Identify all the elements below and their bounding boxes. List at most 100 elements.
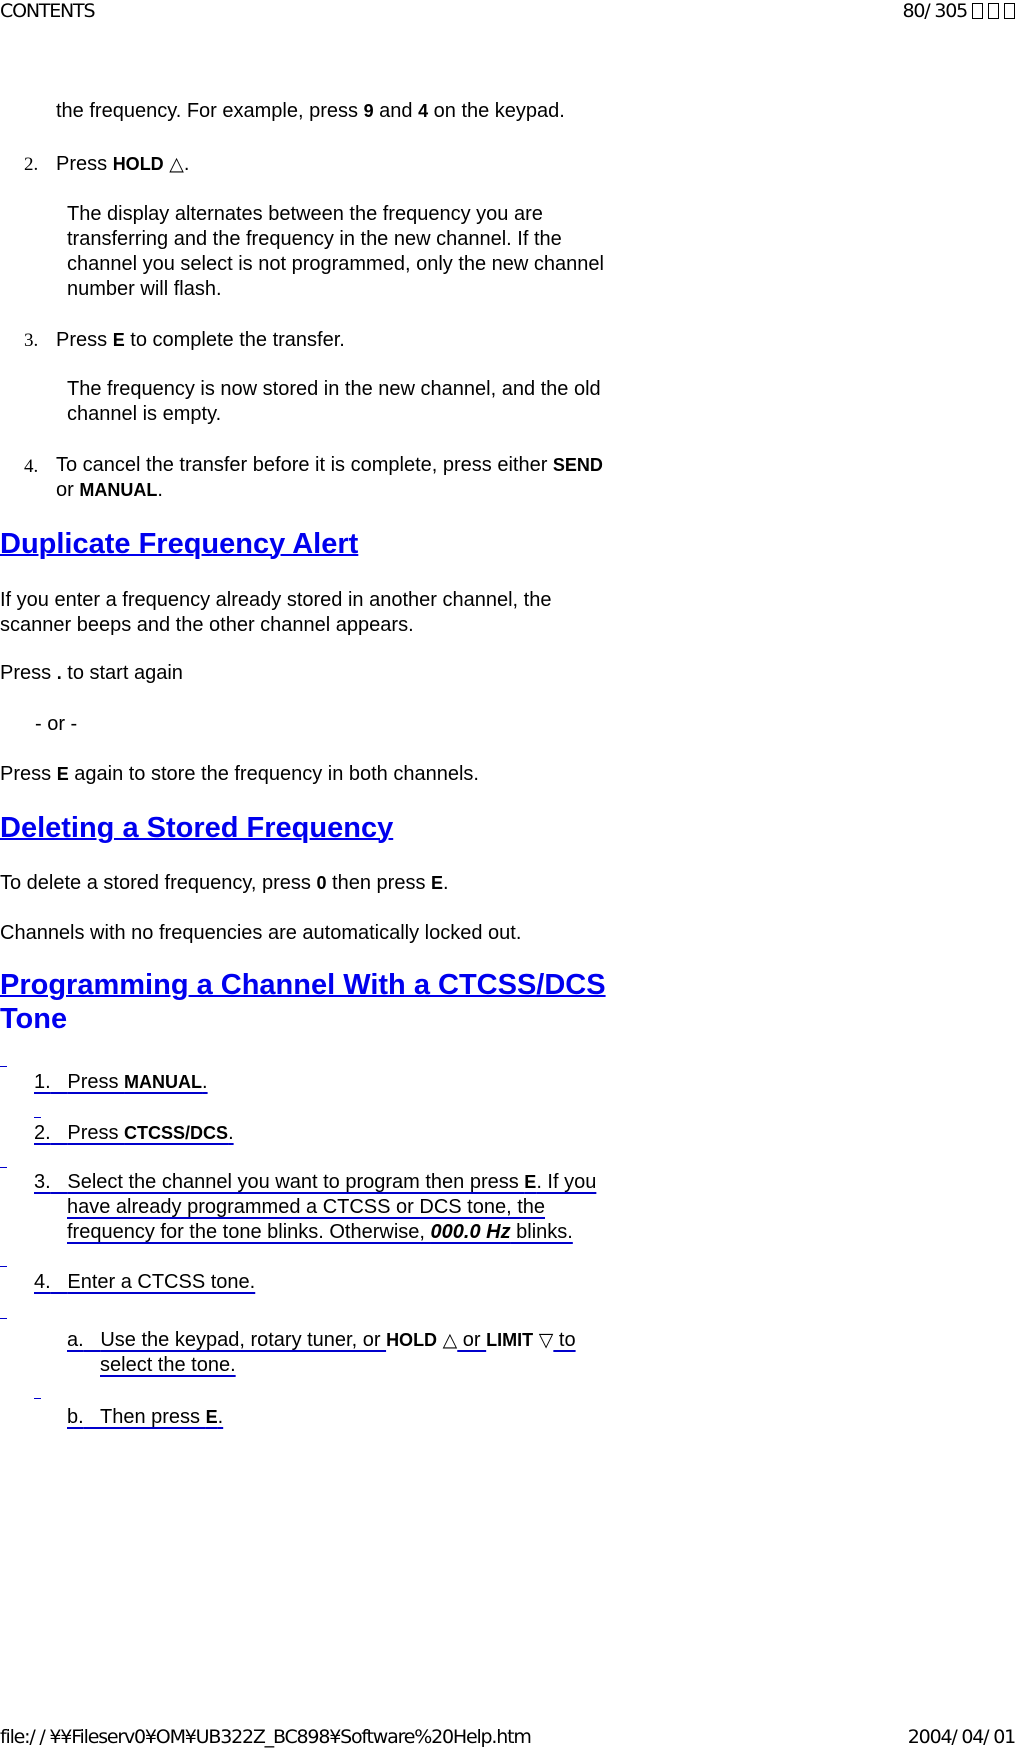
text: To delete a stored frequency, press: [0, 872, 317, 894]
prog-step-2[interactable]: 2. Press CTCSS/DCS.: [34, 1120, 234, 1146]
missing-glyph-icon: [988, 3, 999, 19]
text: or: [56, 479, 80, 501]
anchor-link[interactable]: [0, 1266, 7, 1267]
key-label: 0: [316, 873, 327, 893]
text-line: select the tone.: [100, 1354, 236, 1376]
prog-step-4a[interactable]: a. Use the keypad, rotary tuner, or HOLD…: [67, 1328, 576, 1378]
tone-value: 000.0 Hz: [430, 1221, 511, 1243]
step-number: 3.: [24, 330, 39, 351]
note-line: channel is empty.: [67, 403, 222, 425]
step1-continuation: the frequency. For example, press 9 and …: [56, 98, 565, 124]
step-number: 1.: [34, 1071, 51, 1093]
lockout-note: Channels with no frequencies are automat…: [0, 922, 522, 944]
text: Then press: [100, 1406, 206, 1428]
prog-step-4b[interactable]: b. Then press E.: [67, 1404, 223, 1430]
text: and: [373, 100, 419, 122]
note-line: The display alternates between the frequ…: [67, 203, 543, 225]
step3-note: The frequency is now stored in the new c…: [67, 377, 601, 427]
missing-glyph-icon: [1004, 3, 1015, 19]
heading-duplicate-frequency-alert[interactable]: Duplicate Frequency Alert: [0, 526, 358, 562]
text: to: [553, 1329, 576, 1351]
heading-deleting-stored-frequency[interactable]: Deleting a Stored Frequency: [0, 810, 393, 846]
delete-instruction: To delete a stored frequency, press 0 th…: [0, 870, 449, 896]
down-triangle-icon: ▽: [538, 1329, 554, 1351]
text: or: [457, 1329, 487, 1351]
step2-note: The display alternates between the frequ…: [67, 202, 604, 302]
text: frequency for the tone blinks. Otherwise…: [67, 1221, 431, 1243]
note-line: channel you select is not programmed, on…: [67, 253, 604, 275]
step-letter: b.: [67, 1406, 84, 1428]
press-dot-line: Press . to start again: [0, 660, 183, 686]
key-label: MANUAL: [124, 1072, 203, 1092]
header-contents: CONTENTS: [0, 0, 96, 22]
key-label: HOLD: [112, 154, 164, 174]
transfer-step-4: To cancel the transfer before it is comp…: [56, 453, 603, 503]
file-path: file:/ / ¥¥Fileserv0¥OM¥UB322Z_BC898¥Sof…: [0, 1726, 532, 1748]
missing-glyph-icon: [972, 3, 983, 19]
text: Press: [0, 662, 57, 684]
text: Select the channel you want to program t…: [67, 1171, 525, 1193]
step-number: 4.: [34, 1271, 51, 1293]
text: Press: [67, 1071, 125, 1093]
note-line: number will flash.: [67, 278, 222, 300]
anchor-link[interactable]: [34, 1117, 41, 1118]
up-triangle-icon: △: [442, 1329, 458, 1351]
key-label: E: [524, 1172, 537, 1192]
step-number: 4.: [24, 456, 39, 477]
key-label: LIMIT: [486, 1330, 534, 1350]
heading-programming-ctcss-dcs[interactable]: Programming a Channel With a CTCSS/DCS T…: [0, 968, 606, 1036]
text: . If you: [536, 1171, 597, 1193]
key-label: 9: [363, 101, 374, 121]
key-label: CTCSS/DCS: [124, 1123, 229, 1143]
text: .: [228, 1122, 234, 1144]
heading-line[interactable]: Programming a Channel With a CTCSS/DCS: [0, 968, 606, 1002]
press-e-line: Press E again to store the frequency in …: [0, 761, 479, 787]
text-line: If you enter a frequency already stored …: [0, 589, 552, 611]
text: Press: [56, 329, 113, 351]
print-date: 2004/ 04/ 01: [907, 1726, 1015, 1748]
text: on the keypad.: [428, 100, 565, 122]
page-indicator: 80/ 305: [903, 0, 1015, 22]
key-label: E: [56, 764, 69, 784]
text-line: have already programmed a CTCSS or DCS t…: [67, 1196, 545, 1218]
key-label: E: [112, 330, 125, 350]
note-line: The frequency is now stored in the new c…: [67, 378, 601, 400]
key-label: 4: [418, 101, 429, 121]
text: .: [217, 1406, 224, 1428]
prog-step-1[interactable]: 1. Press MANUAL.: [34, 1069, 208, 1095]
step-number: 2.: [34, 1122, 51, 1144]
heading-line[interactable]: Tone: [0, 1002, 67, 1036]
step-number: 2.: [24, 154, 39, 175]
step-number: 3.: [34, 1171, 51, 1193]
text: the frequency. For example, press: [56, 100, 364, 122]
text: again to store the frequency in both cha…: [68, 763, 479, 785]
key-label: E: [431, 873, 444, 893]
anchor-link[interactable]: [0, 1066, 7, 1067]
text: .: [443, 872, 449, 894]
text: .: [157, 479, 163, 501]
text: To cancel the transfer before it is comp…: [56, 454, 553, 476]
anchor-link[interactable]: [0, 1318, 7, 1319]
anchor-link[interactable]: [0, 1167, 7, 1168]
or-separator: - or -: [35, 713, 78, 735]
anchor-link[interactable]: [34, 1398, 41, 1399]
key-label: SEND: [552, 455, 603, 475]
duplicate-paragraph: If you enter a frequency already stored …: [0, 588, 551, 638]
prog-step-4[interactable]: 4. Enter a CTCSS tone.: [34, 1269, 255, 1295]
note-line: transferring and the frequency in the ne…: [67, 228, 562, 250]
text: to complete the transfer.: [124, 329, 345, 351]
text: Press: [67, 1122, 125, 1144]
text: blinks.: [510, 1221, 573, 1243]
text-line: scanner beeps and the other channel appe…: [0, 614, 414, 636]
prog-step-3[interactable]: 3. Select the channel you want to progra…: [34, 1170, 596, 1245]
text: Press: [0, 763, 57, 785]
key-label: E: [205, 1407, 218, 1427]
text: .: [202, 1071, 208, 1093]
text: to start again: [61, 662, 183, 684]
transfer-step-3: Press E to complete the transfer.: [56, 327, 345, 353]
up-triangle-icon: △: [169, 153, 184, 175]
step-letter: a.: [67, 1329, 84, 1351]
key-label: MANUAL: [79, 480, 158, 500]
transfer-step-2: Press HOLD △.: [56, 151, 189, 177]
text: Press: [56, 153, 113, 175]
